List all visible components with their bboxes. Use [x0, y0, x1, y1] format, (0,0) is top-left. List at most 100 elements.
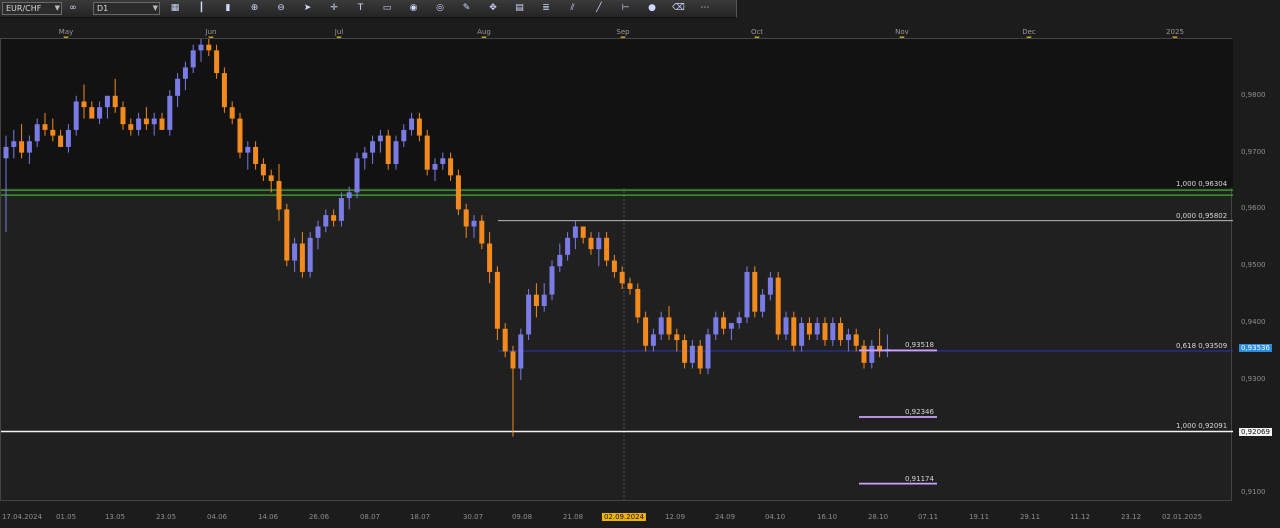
price-tick: 0,9300 [1241, 374, 1266, 383]
projection-label: 0,92346 [905, 408, 934, 416]
candle-body [869, 345, 875, 363]
candle-body [853, 334, 859, 346]
candle-body [799, 323, 805, 346]
candle-body [190, 50, 196, 68]
candle-body [245, 146, 251, 153]
chart-plot-area[interactable]: 1,000 0,96304 0,000 0,95802 0,618 0,93509 1… [0, 38, 1233, 502]
eraser-icon[interactable]: ⌫ [672, 2, 686, 15]
candle-body [253, 146, 259, 164]
crosshair-icon[interactable]: ✛ [327, 2, 341, 15]
candle-body [502, 328, 508, 352]
template-icon[interactable]: ▤ [513, 2, 527, 15]
candle-body [416, 118, 422, 136]
candle-body [112, 95, 118, 108]
candle-body [549, 266, 555, 295]
chevron-down-icon: ▼ [152, 4, 158, 12]
price-tick: 0,9800 [1241, 90, 1266, 99]
price-tick: 0,9400 [1241, 318, 1266, 327]
fib-label-upper-0: 0,000 0,95802 [1176, 211, 1228, 220]
globe-icon[interactable]: ◎ [433, 2, 447, 15]
candle-body [182, 67, 188, 79]
symbol-select[interactable]: EUR/CHF ▼ [2, 2, 62, 15]
date-label: 30.07 [462, 513, 484, 521]
symbol-value: EUR/CHF [6, 4, 42, 13]
price-tick: 0,9600 [1241, 204, 1266, 213]
candle-body [26, 141, 32, 153]
timeframe-value: D1 [97, 4, 109, 13]
candle-body [565, 237, 571, 255]
candle-body [331, 215, 337, 221]
candle-body [666, 317, 672, 335]
candle-body [604, 237, 610, 261]
chevron-down-icon: ▼ [54, 4, 60, 12]
candle-body [635, 288, 641, 318]
candle-body [268, 175, 274, 182]
candle-body [159, 118, 165, 130]
candle-body [541, 294, 547, 307]
price-tick: 0,9500 [1241, 261, 1266, 270]
channel-icon[interactable]: ⫽ [566, 2, 580, 15]
date-label: 21.08 [562, 513, 584, 521]
candle-body [393, 141, 399, 164]
candle-body [487, 243, 493, 272]
candle-body [728, 323, 734, 329]
date-label: 09.08 [511, 513, 533, 521]
candle-chart-icon[interactable]: ▮ [221, 2, 235, 15]
trend-icon[interactable]: ╱ [592, 2, 606, 15]
candle-body [791, 317, 797, 346]
candle-body [276, 181, 282, 210]
date-label: 01.05 [55, 513, 77, 521]
date-label: 02.01.2025 [1161, 513, 1203, 521]
projection-label: 0,93518 [905, 341, 934, 350]
candle-body [580, 226, 586, 238]
more-icon[interactable]: ⋯ [698, 2, 712, 15]
text-tool-icon[interactable]: T [354, 2, 368, 15]
candle-body [385, 135, 391, 164]
candle-body [229, 107, 235, 119]
date-label: 14.06 [257, 513, 279, 521]
note-icon[interactable]: ▭ [380, 2, 394, 15]
zoom-in-icon[interactable]: ⊕ [248, 2, 262, 15]
candle-body [292, 243, 298, 261]
candle-body [494, 271, 500, 329]
candle-body [518, 334, 524, 369]
fib-label-upper-100: 1,000 0,96304 [1176, 180, 1228, 189]
timeframe-select[interactable]: D1 ▼ [93, 2, 160, 15]
date-label: 04.10 [764, 513, 786, 521]
candle-body [643, 317, 649, 346]
candle-body [448, 158, 454, 176]
zoom-out-icon[interactable]: ⊖ [274, 2, 288, 15]
date-label: 18.07 [409, 513, 431, 521]
candle-body [65, 129, 71, 147]
link-icon[interactable]: ∞ [66, 2, 80, 15]
candle-body [705, 334, 711, 369]
candle-body [89, 107, 95, 119]
chart-type-icon[interactable]: ▦ [168, 2, 182, 15]
toolbar: EUR/CHF ▼ ∞ D1 ▼ ▦ ┃ ▮ ⊕ ⊖ ➤ ✛ T ▭ ◉ ◎ ✎ ✥ ▤ ≣ ⫽ ╱ ⊢ ● ⌫ ⋯ [0, 0, 737, 18]
bar-chart-icon[interactable]: ┃ [195, 2, 209, 15]
candle-body [260, 163, 266, 176]
date-label: 02.09.2024 [601, 513, 647, 521]
candle-body [58, 135, 64, 147]
candle-body [167, 95, 173, 130]
measure-icon[interactable]: ⊢ [619, 2, 633, 15]
month-axis: May▼Jun▼Jul▼Aug▼Sep▼Oct▼Nov▼Dec▼2025▼ [0, 28, 1230, 43]
candle-body [151, 118, 157, 125]
candle-body [143, 118, 149, 125]
pointer-icon[interactable]: ➤ [301, 2, 315, 15]
candle-body [409, 118, 415, 130]
candle-body [689, 345, 695, 363]
candle-body [214, 50, 220, 74]
bullet-icon[interactable]: ● [645, 2, 659, 15]
candle-body [299, 243, 305, 272]
fibonacci-icon[interactable]: ≣ [539, 2, 553, 15]
comment-icon[interactable]: ◉ [407, 2, 421, 15]
projection-label: 0,91174 [905, 474, 934, 483]
candle-body [721, 317, 727, 329]
candle-body [128, 124, 134, 130]
candle-body [533, 294, 539, 307]
date-label: 08.07 [359, 513, 381, 521]
pencil-icon[interactable]: ✎ [460, 2, 474, 15]
candle-body [760, 294, 766, 312]
move-icon[interactable]: ✥ [486, 2, 500, 15]
